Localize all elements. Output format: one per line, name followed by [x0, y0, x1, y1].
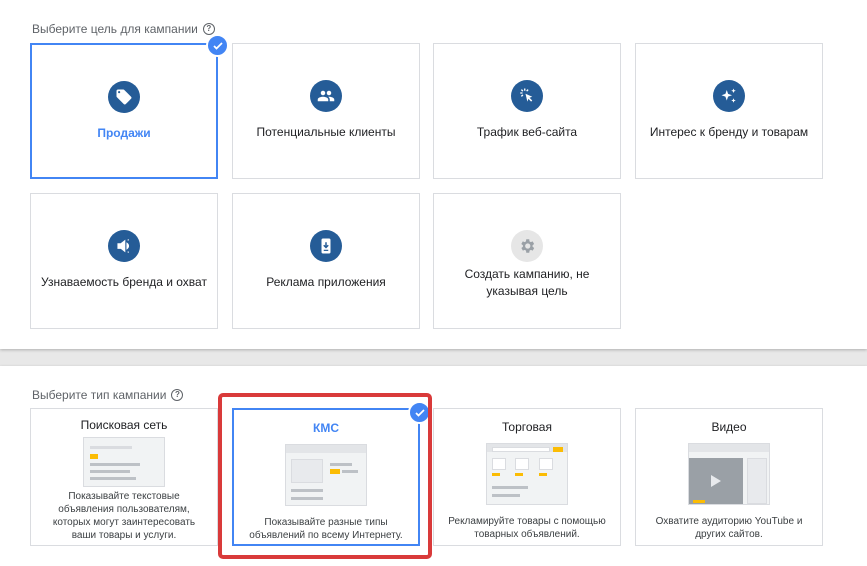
type-card-search[interactable]: Поисковая сеть Показывайте текстовые объ… [30, 408, 218, 546]
type-description: Показывайте текстовые объявления пользов… [52, 491, 196, 541]
goal-card-website-traffic[interactable]: Трафик веб-сайта [433, 43, 621, 179]
goal-label: Интерес к бренду и товарам [649, 125, 809, 139]
tag-icon [108, 81, 140, 113]
goal-section-label: Выберите цель для кампании ? [32, 22, 215, 36]
speaker-icon [108, 230, 140, 262]
type-section-label: Выберите тип кампании ? [32, 388, 184, 402]
sparkle-icon [713, 80, 745, 112]
goal-card-sales[interactable]: Продажи [30, 43, 218, 179]
type-description: Показывайте разные типы объявлений по вс… [249, 517, 403, 541]
goal-label: Реклама приложения [266, 275, 386, 289]
type-card-shopping[interactable]: Торговая Рекламируйте товары с помощью т… [433, 408, 621, 546]
goal-card-app-promotion[interactable]: Реклама приложения [232, 193, 420, 329]
shopping-illustration [486, 443, 568, 505]
help-icon[interactable]: ? [202, 23, 215, 35]
type-description: Рекламируйте товары с помощью товарных о… [448, 516, 606, 540]
cursor-click-icon [511, 80, 543, 112]
help-icon[interactable]: ? [171, 389, 184, 401]
campaign-goal-panel: Выберите цель для кампании ? Продажи Пот… [0, 0, 867, 349]
gear-icon [511, 230, 543, 262]
type-title: Видео [711, 420, 747, 434]
type-card-display-network[interactable]: КМС Показывайте разные типы объявлений п… [232, 408, 420, 546]
goal-label: Продажи [97, 126, 151, 140]
goal-label: Потенциальные клиенты [256, 125, 396, 139]
video-illustration [688, 443, 770, 505]
phone-download-icon [310, 230, 342, 262]
check-icon [408, 401, 431, 424]
type-card-video[interactable]: Видео Охватите аудиторию YouTube и други… [635, 408, 823, 546]
type-description: Охватите аудиторию YouTube и других сайт… [655, 516, 803, 540]
goal-label: Трафик веб-сайта [476, 125, 578, 139]
goal-card-brand-awareness[interactable]: Узнаваемость бренда и охват [30, 193, 218, 329]
goal-card-leads[interactable]: Потенциальные клиенты [232, 43, 420, 179]
type-title: КМС [313, 421, 339, 435]
type-title: Поисковая сеть [80, 418, 168, 432]
people-icon [310, 80, 342, 112]
display-illustration [285, 444, 367, 506]
type-title: Торговая [502, 420, 552, 434]
play-icon [711, 475, 721, 487]
goal-card-no-goal[interactable]: Создать кампанию, не указывая цель [433, 193, 621, 329]
campaign-type-panel: Выберите тип кампании ? Поисковая сеть П… [0, 366, 867, 566]
check-icon [206, 34, 229, 57]
goal-label: Создать кампанию, не указывая цель [464, 267, 590, 298]
goal-label: Узнаваемость бренда и охват [41, 275, 207, 289]
goal-card-brand-interest[interactable]: Интерес к бренду и товарам [635, 43, 823, 179]
search-illustration [83, 437, 165, 487]
